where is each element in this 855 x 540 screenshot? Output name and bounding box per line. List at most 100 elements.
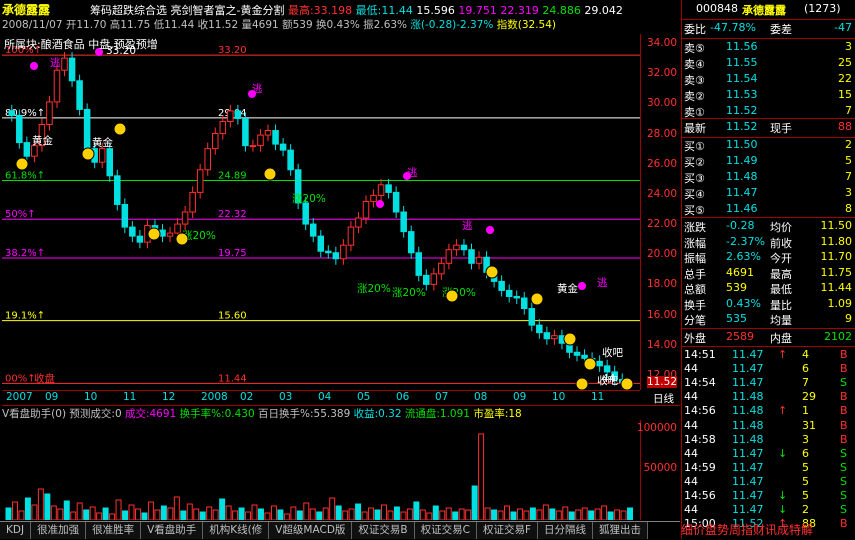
tab-9[interactable]: 日分隔线 bbox=[538, 522, 594, 539]
tab-2[interactable]: 很准胜率 bbox=[86, 522, 142, 539]
stat-v2: 1.09 bbox=[827, 296, 853, 310]
tick-price: 11.48 bbox=[732, 418, 764, 432]
ask-vol: 3 bbox=[845, 40, 852, 53]
tab-3[interactable]: V看盘助手 bbox=[141, 522, 204, 539]
candle-body bbox=[325, 250, 332, 254]
volume-bar bbox=[335, 505, 342, 521]
tab-0[interactable]: KDJ bbox=[0, 522, 32, 539]
bottom-ticker[interactable]: 细价盘势周指财讯成特解 bbox=[681, 521, 855, 539]
stat-l2: 均量 bbox=[770, 314, 792, 327]
period-label[interactable]: 日线 bbox=[653, 391, 674, 406]
chart-annotation-16: 收盘 bbox=[34, 372, 55, 385]
sector-line: 所属块:酿酒食品 中盘,预盈预增 bbox=[4, 36, 158, 52]
smiley-icon-4 bbox=[175, 232, 189, 246]
candle-body bbox=[68, 57, 76, 82]
volume-bar bbox=[329, 497, 336, 521]
stock-code: 000848 bbox=[696, 2, 738, 15]
formula-line: 筹码超跌综合选 亮剑智者富之-黄金分割 最高:33.198 最低:11.44 1… bbox=[90, 2, 623, 18]
volume-bar bbox=[283, 513, 290, 521]
volume-bar bbox=[102, 507, 109, 521]
weicha-label: 委差 bbox=[770, 23, 792, 36]
bid-vol: 2 bbox=[845, 138, 852, 151]
tick-side: S bbox=[840, 376, 847, 390]
inner-outer-row: 外盘 2589 内盘 2102 bbox=[682, 330, 855, 346]
bid-price: 11.49 bbox=[726, 154, 758, 167]
volume-bar bbox=[445, 507, 452, 521]
volume-bar bbox=[219, 498, 226, 521]
fib-pct-3: 50%↑ bbox=[5, 209, 36, 220]
smiley-icon-7 bbox=[485, 265, 499, 279]
tick-side: B bbox=[840, 418, 848, 432]
ask-label: 卖④ bbox=[684, 58, 705, 71]
candle-body bbox=[8, 110, 16, 116]
volume-bar bbox=[478, 433, 485, 521]
smiley-icon-3 bbox=[147, 227, 161, 241]
tab-7[interactable]: 权证交易C bbox=[414, 522, 477, 539]
bid-row-2: 买③ 11.48 7 bbox=[682, 170, 855, 186]
tick-vol: 5 bbox=[802, 474, 809, 488]
ohlc-turnover: 换0.43% bbox=[315, 19, 360, 31]
stat-v1: 535 bbox=[726, 312, 747, 325]
tick-price: 11.48 bbox=[732, 432, 764, 446]
volume-bar bbox=[355, 503, 362, 521]
candle-body bbox=[114, 175, 121, 205]
volume-bar bbox=[5, 507, 12, 521]
candle-body bbox=[309, 223, 317, 237]
candle-body bbox=[317, 235, 325, 252]
time-tick-4: 12 bbox=[162, 391, 176, 403]
candle-body bbox=[257, 134, 264, 147]
volume-bar bbox=[186, 503, 193, 521]
candle-body bbox=[83, 108, 91, 150]
bid-vol: 3 bbox=[845, 186, 852, 199]
volume-bar bbox=[439, 510, 446, 521]
tab-10[interactable]: 狐狸出击 bbox=[593, 522, 649, 539]
candle-body bbox=[264, 130, 272, 136]
price-tick-0: 34.00 bbox=[646, 37, 677, 50]
tab-4[interactable]: 机构K线(修 bbox=[203, 522, 270, 539]
volume-bar bbox=[147, 501, 154, 521]
fib-pct-5: 19.1%↑ bbox=[5, 311, 45, 322]
candle-body bbox=[166, 232, 174, 237]
volume-bar bbox=[160, 505, 167, 521]
tick-time: 14:51 bbox=[684, 348, 716, 361]
weicha-value: -47 bbox=[834, 21, 852, 34]
chart-annotation-6: 涨20% bbox=[292, 193, 326, 205]
ask-vol: 7 bbox=[845, 104, 852, 117]
time-tick-9: 05 bbox=[357, 391, 371, 403]
stock-name: 承德露露 bbox=[742, 4, 786, 17]
tick-arrow: ↓ bbox=[778, 446, 788, 460]
stat-l2: 量比 bbox=[770, 298, 792, 312]
price-chart[interactable]: 100%↑33.2080.9%↑29.0461.8%↑24.8950%↑22.3… bbox=[2, 34, 640, 391]
candle-body bbox=[438, 262, 445, 275]
volume-bar bbox=[497, 510, 504, 521]
tick-arrow: ↓ bbox=[778, 489, 788, 502]
tick-side: B bbox=[840, 348, 848, 361]
smiley-icon-9 bbox=[563, 332, 577, 346]
volume-bar bbox=[471, 485, 478, 521]
tick-vol: 1 bbox=[802, 404, 809, 418]
outer-value: 2589 bbox=[726, 330, 754, 343]
candle-body bbox=[505, 289, 513, 297]
candle-body bbox=[407, 231, 415, 254]
price-tick-4: 26.00 bbox=[646, 157, 677, 170]
volume-bar bbox=[348, 508, 355, 521]
candle-body bbox=[302, 202, 309, 225]
price-tick-1: 32.00 bbox=[646, 67, 677, 80]
volume-bar bbox=[44, 493, 51, 521]
tab-6[interactable]: 权证交易B bbox=[352, 522, 415, 539]
tab-8[interactable]: 权证交易F bbox=[476, 522, 539, 539]
candle-body bbox=[196, 169, 204, 193]
price-tick-6: 22.00 bbox=[646, 218, 677, 231]
stock-count: (1273) bbox=[804, 2, 841, 15]
tick-price: 11.47 bbox=[732, 376, 764, 390]
candle-body bbox=[453, 244, 460, 251]
ask-vol: 22 bbox=[838, 72, 852, 85]
volume-chart[interactable] bbox=[2, 420, 640, 521]
tab-1[interactable]: 很准加强 bbox=[31, 522, 87, 539]
tab-5[interactable]: V超级MACD版 bbox=[269, 522, 353, 539]
volume-bar bbox=[206, 506, 213, 521]
tick-vol: 7 bbox=[802, 376, 809, 390]
stat-v1: 2.63% bbox=[726, 250, 761, 263]
candle-body bbox=[272, 130, 279, 145]
volume-bar bbox=[63, 500, 70, 521]
